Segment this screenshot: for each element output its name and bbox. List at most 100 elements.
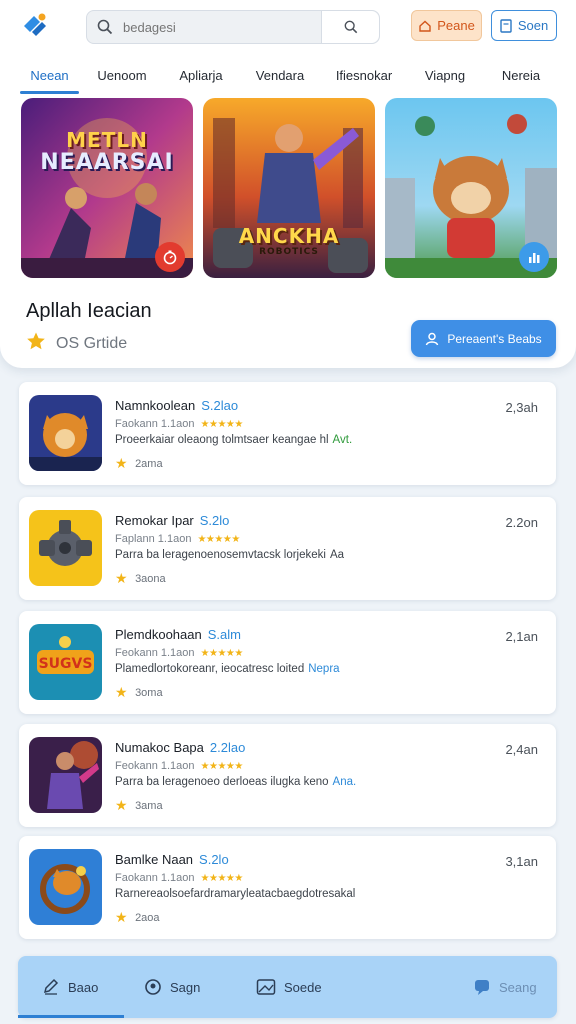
app-name: Bamlke Naan xyxy=(115,852,194,867)
app-size: 3,1an xyxy=(505,854,538,869)
featured-banner-2[interactable]: ANCKHA ROBOTICS xyxy=(203,98,375,278)
app-1-thumbnail xyxy=(29,395,102,471)
app-publisher: Feokann 1.1aon xyxy=(115,760,195,772)
app-publisher: Feokann 1.1aon xyxy=(115,647,195,659)
app-name: Namnkoolean xyxy=(115,398,196,413)
chat-icon xyxy=(475,980,489,995)
search-bar[interactable] xyxy=(86,10,380,44)
tab-vendara[interactable]: Vendara xyxy=(250,56,310,94)
tab-neean[interactable]: Neean xyxy=(20,56,79,94)
rating-stars-icon: ★★★★★ xyxy=(200,418,244,430)
app-description-row: Plamedlortokoreanr, ieocatresc loited Nep… xyxy=(115,663,340,675)
edit-icon xyxy=(43,978,59,995)
app-card[interactable]: SUGVS Plemdkoohaan S.alm Feokann 1.1aon ★★… xyxy=(19,611,556,714)
app-meta-row: Faplann 1.1aon ★★★★★ xyxy=(115,533,240,545)
app-name: Plemdkoohaan xyxy=(115,627,202,642)
app-name-row: Remokar Ipar S.2lo xyxy=(115,513,229,528)
featured-button-label: Pereaent's Beabs xyxy=(447,331,542,346)
chart-icon[interactable] xyxy=(519,242,549,272)
app-name-row: Bamlke Naan S.2lo xyxy=(115,852,229,867)
app-version: S.2lao xyxy=(201,398,239,413)
app-tag: Aa xyxy=(329,549,345,561)
app-rating: 3oma xyxy=(135,686,163,699)
banner-2-title-line1: ANCKHA xyxy=(238,224,340,248)
search-submit-button[interactable] xyxy=(321,11,379,43)
app-description: Plamedlortokoreanr, ieocatresc loited xyxy=(115,663,305,675)
tab-nereia[interactable]: Nereia xyxy=(494,56,548,94)
rating-stars-icon: ★★★★★ xyxy=(200,760,244,772)
app-rating-row: ★ 3ama xyxy=(115,797,163,814)
document-icon xyxy=(500,18,512,33)
app-card[interactable]: Remokar Ipar S.2lo Faplann 1.1aon ★★★★★ Pa… xyxy=(19,497,556,600)
blue-button-label: Soen xyxy=(517,18,549,33)
app-rating-row: ★ 2ama xyxy=(115,455,163,472)
nav-item-baao[interactable]: Baao xyxy=(17,956,125,1018)
app-description: Proeerkaiar oleaong tolmtsaer keangae hl xyxy=(115,434,329,446)
app-description: Parra ba leragenoenosemvtacsk lorjekeki xyxy=(115,549,326,561)
featured-action-button[interactable]: Pereaent's Beabs xyxy=(411,320,556,357)
app-version: S.2lo xyxy=(199,513,230,528)
star-icon: ★ xyxy=(115,797,128,813)
category-tabs: Neean Uenoom Apliarja Vendara Ifiesnokar… xyxy=(0,56,576,94)
app-rating: 3aona xyxy=(135,572,166,585)
app-rating: 2ama xyxy=(135,457,163,470)
featured-banner-3[interactable] xyxy=(385,98,557,278)
star-icon xyxy=(26,331,46,356)
timer-icon[interactable] xyxy=(155,242,185,272)
featured-banner-1[interactable]: METLN NEAARSAI xyxy=(21,98,193,278)
app-meta-row: Feokann 1.1aon ★★★★★ xyxy=(115,760,243,772)
app-card[interactable]: Namnkoolean S.2lao Faokann 1.1aon ★★★★★ Pr… xyxy=(19,382,556,485)
rating-stars-icon: ★★★★★ xyxy=(200,872,244,884)
top-panel: Peane Soen Neean Uenoom Apliarja Vendara… xyxy=(0,0,576,368)
app-3-thumbnail: SUGVS xyxy=(29,624,102,700)
featured-subtitle: OS Grtide xyxy=(56,334,128,352)
rating-stars-icon: ★★★★★ xyxy=(200,647,244,659)
image-icon xyxy=(256,979,276,995)
nav-item-sagn[interactable]: Sagn xyxy=(144,956,200,1018)
app-card[interactable]: Numakoc Bapa 2.2lao Feokann 1.1aon ★★★★★ P… xyxy=(19,724,556,827)
app-tag: Avt. xyxy=(332,434,353,446)
featured-subtitle-row: OS Grtide xyxy=(26,331,127,356)
tab-apliarja[interactable]: Apliarja xyxy=(170,56,232,94)
search-input[interactable] xyxy=(123,19,321,35)
app-description-row: Proeerkaiar oleaong tolmtsaer keangae hl… xyxy=(115,434,352,446)
orange-header-button[interactable]: Peane xyxy=(411,10,482,41)
user-icon xyxy=(426,332,439,345)
app-name-row: Namnkoolean S.2lao xyxy=(115,398,238,413)
app-rating-row: ★ 2aoa xyxy=(115,909,160,926)
tab-uenoom[interactable]: Uenoom xyxy=(92,56,152,94)
search-submit-icon xyxy=(344,20,357,34)
star-icon: ★ xyxy=(115,909,128,925)
circle-user-icon xyxy=(145,979,161,995)
app-rating-row: ★ 3aona xyxy=(115,570,166,587)
nav-item-seang[interactable]: Seang xyxy=(473,956,537,1018)
app-rating-row: ★ 3oma xyxy=(115,684,163,701)
rating-stars-icon: ★★★★★ xyxy=(197,533,240,545)
nav-item-soede[interactable]: Soede xyxy=(256,956,322,1018)
app-size: 2,1an xyxy=(505,629,538,644)
bottom-navigation: Baao Sagn Soede Seang xyxy=(17,956,557,1018)
app-rating: 3ama xyxy=(135,799,163,812)
orange-button-label: Peane xyxy=(437,18,475,33)
app-size: 2.2on xyxy=(505,515,538,530)
blue-header-button[interactable]: Soen xyxy=(491,10,557,41)
app-description: Rarnereaolsoefardramaryleatacbaegdotresa… xyxy=(115,888,356,900)
tab-viapng[interactable]: Viapng xyxy=(418,56,472,94)
app-card[interactable]: Bamlke Naan S.2lo Faokann 1.1aon ★★★★★ Rar… xyxy=(19,836,556,939)
app-name: Remokar Ipar xyxy=(115,513,194,528)
app-size: 2,4an xyxy=(505,742,538,757)
nav-label: Baao xyxy=(68,979,99,995)
search-icon xyxy=(87,19,123,35)
app-2-thumbnail xyxy=(29,510,102,586)
app-meta-row: Faokann 1.1aon ★★★★★ xyxy=(115,418,243,430)
star-icon: ★ xyxy=(115,684,128,700)
app-rating: 2aoa xyxy=(135,911,160,924)
featured-app-title: Apllah Ieacian xyxy=(26,300,152,322)
app-description-row: Parra ba leragenoenosemvtacsk lorjekeki A… xyxy=(115,549,344,561)
app-4-thumbnail xyxy=(29,737,102,813)
svg-text:SUGVS: SUGVS xyxy=(39,656,93,672)
tab-ifiesnokar[interactable]: Ifiesnokar xyxy=(330,56,398,94)
app-name: Numakoc Bapa xyxy=(115,740,204,755)
app-logo-icon[interactable] xyxy=(20,10,50,40)
app-name-row: Plemdkoohaan S.alm xyxy=(115,627,241,642)
